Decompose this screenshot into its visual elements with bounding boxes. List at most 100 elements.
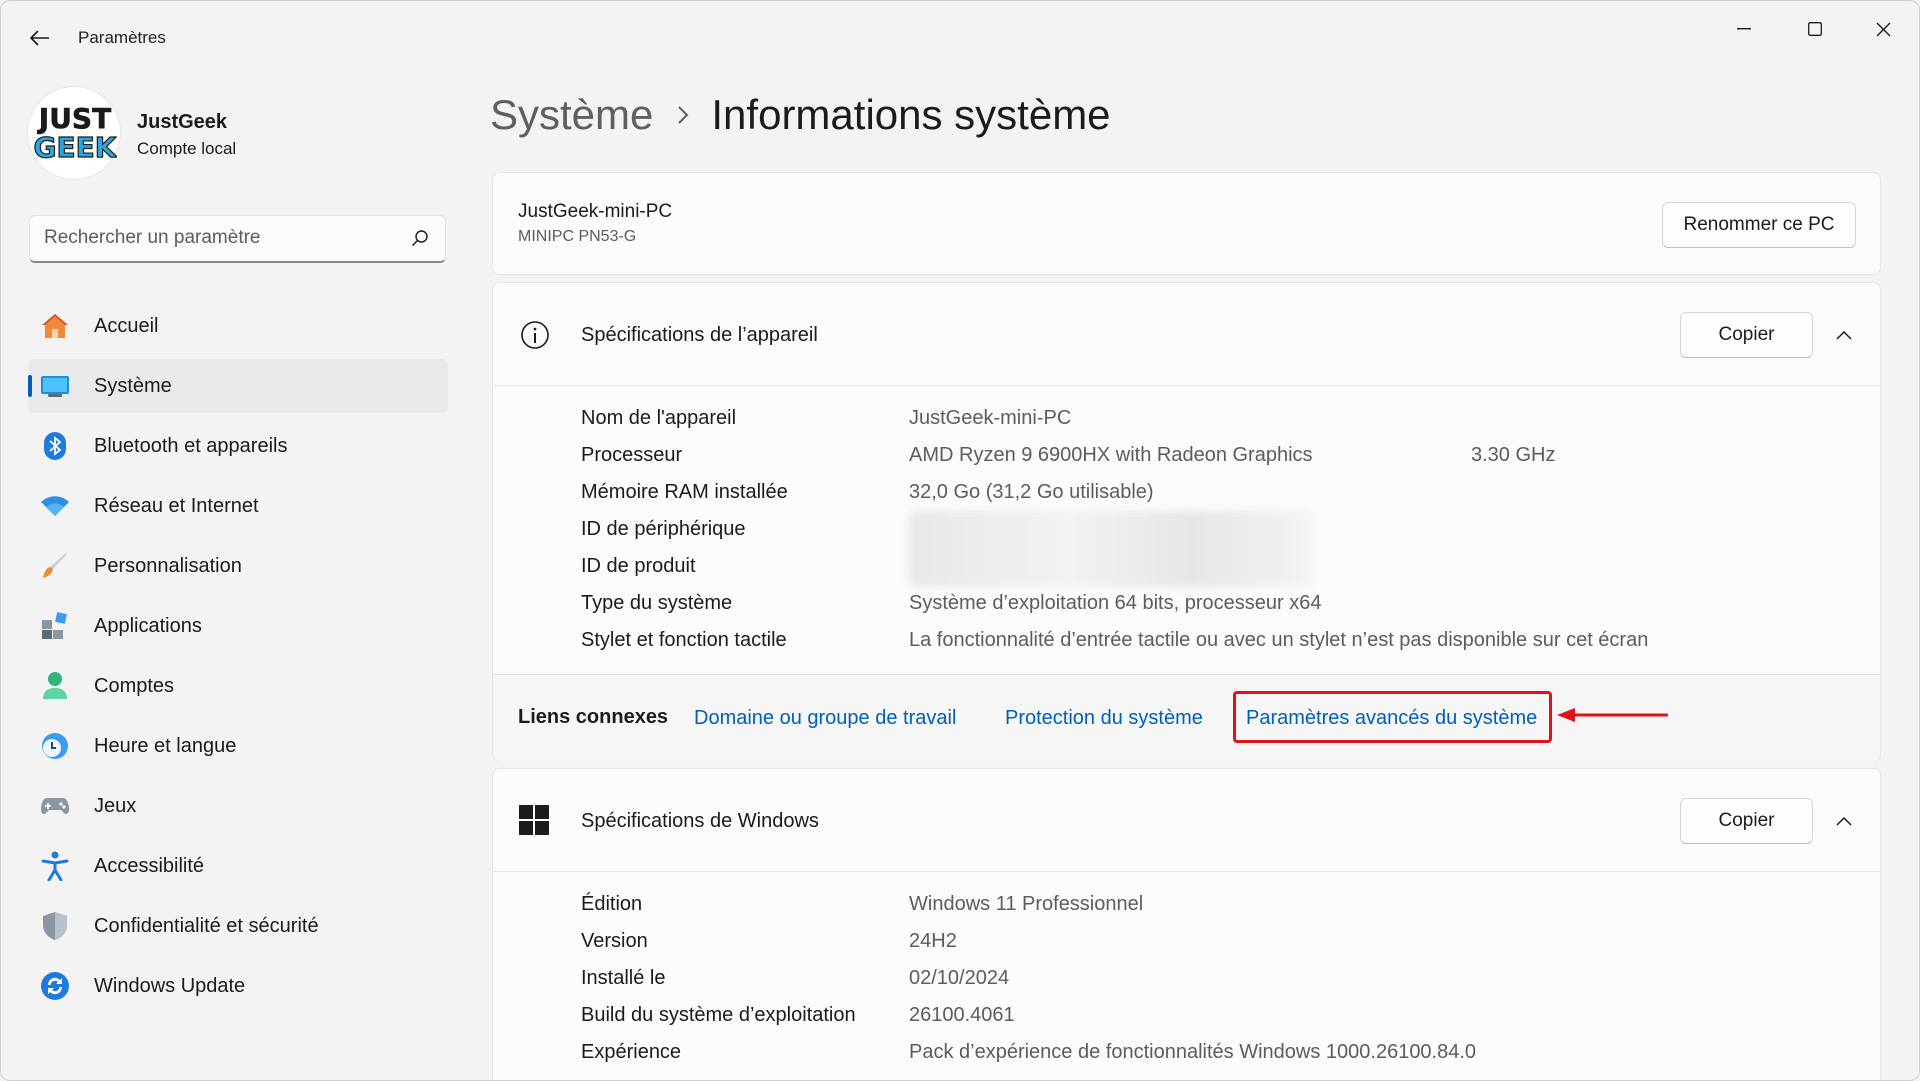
spec-value: 24H2	[909, 930, 957, 952]
close-icon	[1876, 22, 1890, 36]
related-links-label: Liens connexes	[518, 706, 669, 728]
maximize-button[interactable]	[1782, 9, 1848, 49]
spec-value: La fonctionnalité d’entrée tactile ou av…	[909, 629, 1649, 651]
pc-name: JustGeek-mini-PC	[518, 201, 673, 222]
spec-label: ID de périphérique	[581, 518, 746, 540]
windows-specs-list: Édition Windows 11 Professionnel Version…	[581, 886, 1861, 1071]
section-title: Spécifications de l’appareil	[581, 324, 818, 346]
sidebar-item-label: Windows Update	[94, 974, 246, 997]
sidebar-item-reseau[interactable]: Réseau et Internet	[28, 479, 448, 533]
spec-label: ID de produit	[581, 555, 696, 577]
highlight-box	[1233, 691, 1552, 743]
copy-windows-specs-button[interactable]: Copier	[1680, 798, 1813, 844]
sidebar-item-comptes[interactable]: Comptes	[28, 659, 448, 713]
spec-row: Expérience Pack d’expérience de fonction…	[581, 1034, 1861, 1071]
device-specs-header[interactable]: Spécifications de l’appareil Copier	[493, 283, 1880, 386]
spec-label: Mémoire RAM installée	[581, 481, 788, 503]
windows-logo-icon	[519, 805, 551, 837]
spec-row: Version 24H2	[581, 923, 1861, 960]
sidebar-item-label: Jeux	[94, 794, 137, 817]
account-icon	[40, 671, 70, 701]
copy-device-specs-button[interactable]: Copier	[1680, 312, 1813, 358]
device-specs-card: Spécifications de l’appareil Copier Nom …	[492, 282, 1881, 762]
sidebar-item-accessibilite[interactable]: Accessibilité	[28, 839, 448, 893]
gamepad-icon	[40, 791, 70, 821]
spec-row: Nom de l'appareil JustGeek-mini-PC	[581, 400, 1861, 437]
spec-row: Installé le 02/10/2024	[581, 960, 1861, 997]
sidebar-item-personnalisation[interactable]: Personnalisation	[28, 539, 448, 593]
chevron-up-icon[interactable]	[1832, 323, 1856, 347]
shield-icon	[40, 911, 70, 941]
maximize-icon	[1808, 22, 1822, 36]
windows-specs-card: Spécifications de Windows Copier Édition…	[492, 768, 1881, 1080]
spec-value: JustGeek-mini-PC	[909, 407, 1072, 429]
apps-icon	[40, 611, 70, 641]
arrow-left-icon	[30, 30, 49, 46]
chevron-up-icon[interactable]	[1832, 809, 1856, 833]
sidebar-item-confidentialite[interactable]: Confidentialité et sécurité	[28, 899, 448, 953]
back-button[interactable]	[23, 23, 57, 53]
justgeek-logo: JUST GEEK	[33, 102, 117, 165]
sidebar-item-systeme[interactable]: Système	[28, 359, 448, 413]
spec-label: Installé le	[581, 967, 666, 989]
rename-pc-button[interactable]: Renommer ce PC	[1662, 202, 1856, 248]
sidebar-item-label: Bluetooth et appareils	[94, 434, 288, 457]
sidebar-item-label: Personnalisation	[94, 554, 242, 577]
minimize-button[interactable]	[1711, 9, 1777, 49]
sidebar-item-label: Heure et langue	[94, 734, 237, 757]
spec-value: 32,0 Go (31,2 Go utilisable)	[909, 481, 1154, 503]
spec-label: Build du système d’exploitation	[581, 1004, 856, 1026]
sidebar-item-jeux[interactable]: Jeux	[28, 779, 448, 833]
page-title: Informations système	[711, 91, 1111, 138]
section-title: Spécifications de Windows	[581, 810, 819, 832]
sidebar-item-bluetooth[interactable]: Bluetooth et appareils	[28, 419, 448, 473]
info-icon	[519, 319, 551, 351]
wifi-icon	[40, 491, 70, 521]
chevron-right-icon	[677, 105, 689, 125]
spec-label: Nom de l'appareil	[581, 407, 737, 429]
spec-value: 26100.4061	[909, 1004, 1015, 1026]
spec-row: Édition Windows 11 Professionnel	[581, 886, 1861, 923]
spec-row: Mémoire RAM installée 32,0 Go (31,2 Go u…	[581, 474, 1861, 511]
sidebar-item-accueil[interactable]: Accueil	[28, 299, 448, 353]
spec-row: Type du système Système d’exploitation 6…	[581, 585, 1861, 622]
sidebar-item-label: Comptes	[94, 674, 175, 697]
avatar: JUST GEEK	[28, 87, 120, 179]
home-icon	[40, 311, 70, 341]
spec-value: AMD Ryzen 9 6900HX with Radeon Graphics	[909, 444, 1313, 466]
user-name: JustGeek	[137, 111, 228, 133]
active-indicator	[28, 375, 32, 397]
title-bar: Paramètres	[1, 1, 1919, 75]
link-domaine-groupe[interactable]: Domaine ou groupe de travail	[694, 707, 956, 730]
search-box[interactable]	[29, 215, 446, 263]
spec-label: Stylet et fonction tactile	[581, 629, 787, 651]
search-icon[interactable]	[411, 229, 429, 247]
user-profile[interactable]: JUST GEEK JustGeek Compte local	[28, 87, 448, 183]
sidebar-item-heure-langue[interactable]: Heure et langue	[28, 719, 448, 773]
spec-value: Pack d’expérience de fonctionnalités Win…	[909, 1041, 1477, 1063]
system-icon	[40, 371, 70, 401]
sidebar-item-applications[interactable]: Applications	[28, 599, 448, 653]
close-button[interactable]	[1850, 9, 1916, 49]
spec-label: Édition	[581, 893, 643, 915]
spec-row: Build du système d’exploitation 26100.40…	[581, 997, 1861, 1034]
sidebar-item-windows-update[interactable]: Windows Update	[28, 959, 448, 1013]
link-protection-systeme[interactable]: Protection du système	[1005, 707, 1203, 730]
breadcrumb: Système Informations système	[490, 85, 1111, 145]
settings-window: Paramètres JUST GEEK JustGeek Compte loc…	[0, 0, 1920, 1081]
windows-specs-header[interactable]: Spécifications de Windows Copier	[493, 769, 1880, 872]
search-input[interactable]	[44, 216, 404, 260]
account-type: Compte local	[137, 139, 237, 158]
logo-text-bottom: GEEK	[34, 131, 117, 164]
sidebar-item-label: Accueil	[94, 314, 159, 337]
sidebar-item-label: Confidentialité et sécurité	[94, 914, 319, 937]
spec-label: Version	[581, 930, 648, 952]
clock-globe-icon	[40, 731, 70, 761]
spec-value: Système d’exploitation 64 bits, processe…	[909, 592, 1322, 614]
breadcrumb-parent[interactable]: Système	[490, 91, 653, 139]
spec-label: Processeur	[581, 444, 683, 466]
spec-value-extra: 3.30 GHz	[1471, 444, 1556, 466]
red-arrow-annotation	[1557, 708, 1668, 722]
redacted-ids	[909, 511, 1313, 587]
spec-label: Type du système	[581, 592, 733, 614]
